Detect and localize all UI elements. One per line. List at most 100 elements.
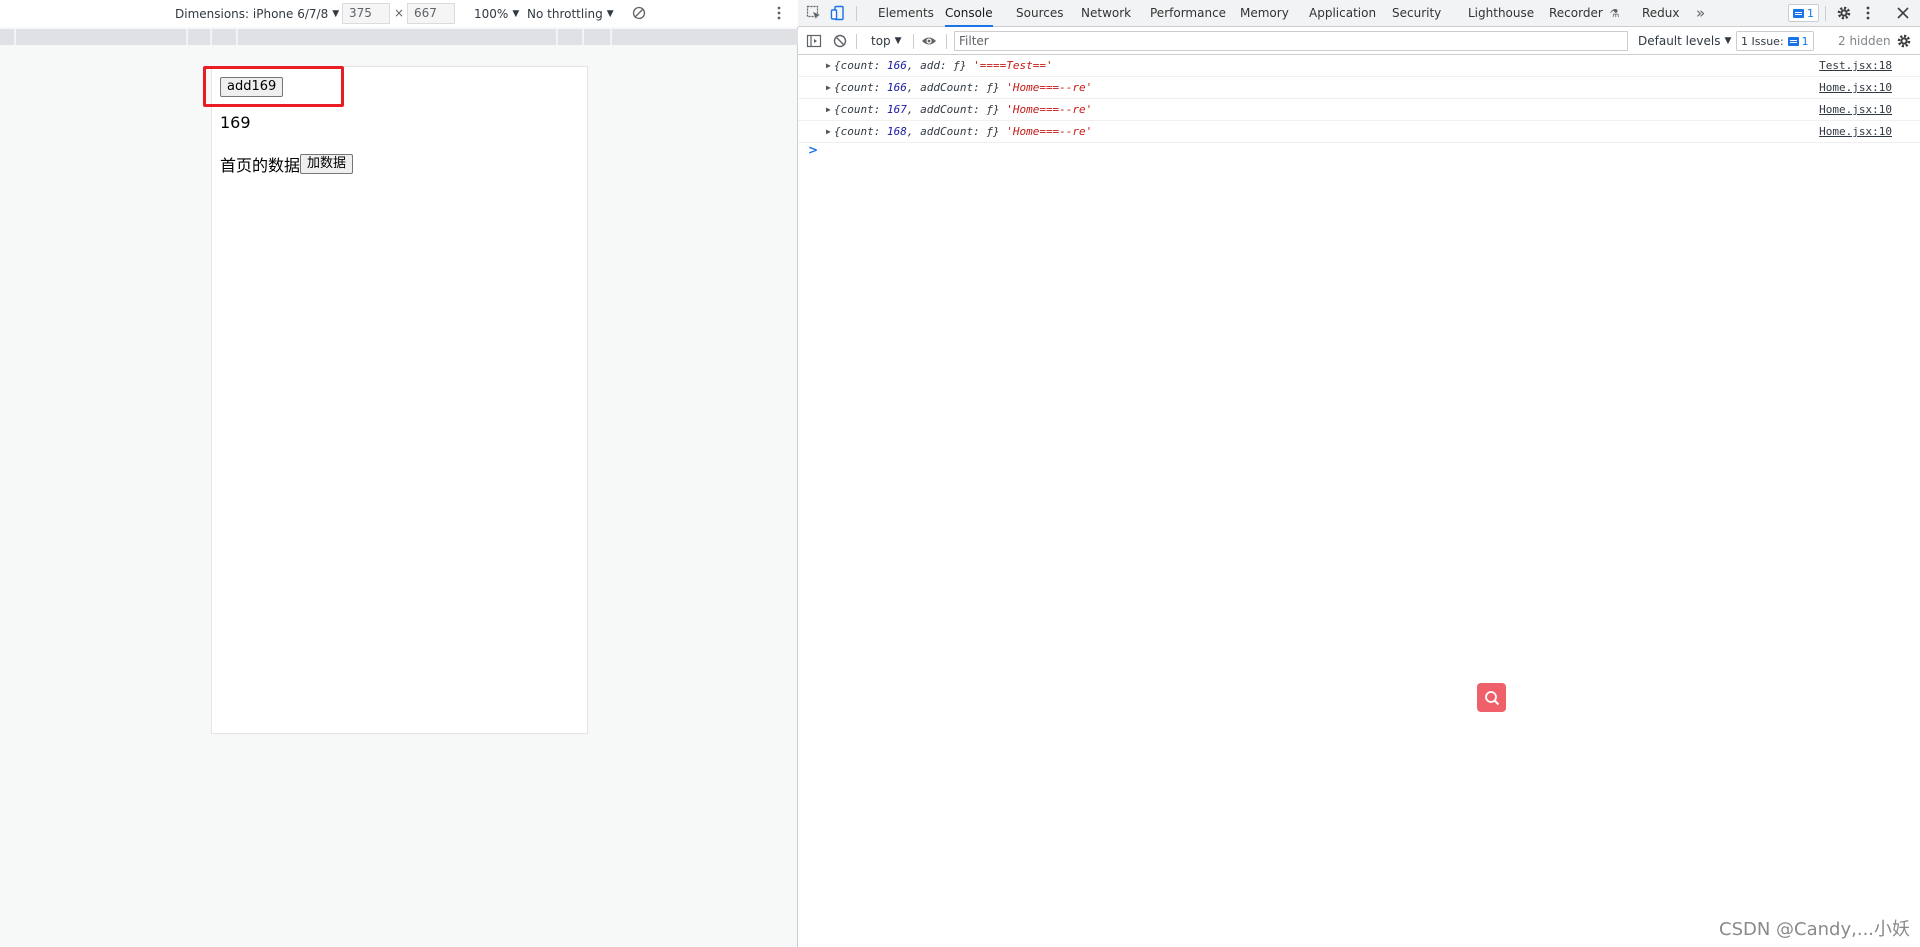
console-message[interactable]: ▶ {count: 168, addCount: ƒ} 'Home===--re… — [798, 121, 1920, 143]
console-message[interactable]: ▶ {count: 167, addCount: ƒ} 'Home===--re… — [798, 99, 1920, 121]
watermark: CSDN @Candy,...小妖 — [1719, 919, 1911, 940]
message-string: 'Home===--re' — [1006, 103, 1093, 116]
message-text: {count: 166, addCount: ƒ} 'Home===--re' — [834, 77, 1092, 98]
message-icon — [1793, 8, 1804, 18]
media-query-bar[interactable] — [0, 29, 798, 45]
message-text: {count: 166, add: ƒ} '====Test==' — [834, 55, 1053, 76]
customize-menu-icon[interactable] — [1860, 5, 1876, 21]
caret-down-icon: ▼ — [332, 8, 340, 19]
inspect-element-icon[interactable] — [806, 5, 822, 21]
tab-redux[interactable]: Redux — [1642, 0, 1680, 27]
message-prefix: {count: — [834, 59, 887, 72]
log-levels-label: Default levels — [1638, 34, 1721, 48]
divider — [1825, 6, 1826, 21]
console-message[interactable]: ▶ {count: 166, add: ƒ} '====Test==' Test… — [798, 55, 1920, 77]
message-text: {count: 167, addCount: ƒ} 'Home===--re' — [834, 99, 1092, 120]
message-string: 'Home===--re' — [1006, 81, 1093, 94]
console-prompt[interactable]: > — [808, 143, 818, 157]
devtools-panel: Elements Console Sources Network Perform… — [798, 0, 1920, 947]
message-text: {count: 168, addCount: ƒ} 'Home===--re' — [834, 121, 1092, 142]
tab-performance[interactable]: Performance — [1150, 0, 1226, 27]
highlight-box — [203, 66, 344, 107]
caret-down-icon: ▼ — [894, 36, 902, 46]
media-query-segment[interactable] — [558, 29, 584, 45]
add-data-button[interactable]: 加数据 — [300, 154, 354, 174]
console-toolbar: top ▼ Filter Default levels ▼ 1 Issue: 1… — [798, 28, 1920, 55]
media-query-segment[interactable] — [612, 29, 798, 45]
issues-badge[interactable]: 1 — [1788, 4, 1819, 22]
message-prefix: {count: — [834, 125, 887, 138]
throttling-select[interactable]: No throttling ▼ — [527, 0, 614, 27]
expand-arrow-icon[interactable]: ▶ — [826, 121, 831, 142]
tab-recorder-label: Recorder — [1549, 6, 1603, 20]
tab-application[interactable]: Application — [1309, 0, 1376, 27]
context-select[interactable]: top ▼ — [871, 28, 902, 54]
message-prefix: {count: — [834, 103, 887, 116]
message-number: 166 — [886, 59, 907, 72]
device-toolbar: Dimensions: iPhone 6/7/8 ▼ 375 × 667 100… — [0, 0, 798, 27]
tab-memory[interactable]: Memory — [1240, 0, 1289, 27]
device-toggle-icon[interactable] — [830, 5, 846, 21]
search-icon — [1484, 690, 1499, 705]
home-data-label: 首页的数据 — [220, 156, 301, 175]
tab-recorder[interactable]: Recorder ⚗ — [1549, 0, 1619, 27]
flask-icon: ⚗ — [1609, 7, 1620, 20]
zoom-select[interactable]: 100% ▼ — [474, 0, 519, 27]
devtools-tab-bar: Elements Console Sources Network Perform… — [798, 0, 1920, 27]
close-icon[interactable] — [1895, 5, 1911, 21]
media-query-segment[interactable] — [584, 29, 612, 45]
message-middle: , addCount: ƒ} — [906, 103, 1007, 116]
caret-down-icon: ▼ — [1724, 36, 1732, 46]
media-query-segment[interactable] — [188, 29, 212, 45]
settings-gear-icon[interactable] — [1836, 5, 1852, 21]
context-label: top — [871, 34, 891, 48]
height-input[interactable]: 667 — [407, 3, 455, 24]
dimensions-select[interactable]: Dimensions: iPhone 6/7/8 ▼ — [175, 0, 339, 27]
media-query-segment[interactable] — [212, 29, 238, 45]
message-prefix: {count: — [834, 81, 887, 94]
message-string: 'Home===--re' — [1006, 125, 1093, 138]
console-settings-gear-icon[interactable] — [1896, 33, 1912, 49]
source-link[interactable]: Home.jsx:10 — [1819, 77, 1892, 98]
source-link[interactable]: Home.jsx:10 — [1819, 99, 1892, 120]
width-input[interactable]: 375 — [342, 3, 390, 24]
tab-network[interactable]: Network — [1081, 0, 1131, 27]
tab-console[interactable]: Console — [945, 0, 993, 27]
message-string: '====Test==' — [973, 59, 1053, 72]
emulated-viewport: add169 169 首页的数据 加数据 — [211, 66, 588, 734]
tab-sources[interactable]: Sources — [1016, 0, 1063, 27]
divider — [946, 34, 947, 49]
console-message[interactable]: ▶ {count: 166, addCount: ƒ} 'Home===--re… — [798, 77, 1920, 99]
expand-arrow-icon[interactable]: ▶ — [826, 77, 831, 98]
times-symbol: × — [394, 6, 405, 20]
media-query-segment[interactable] — [16, 29, 188, 45]
divider — [913, 34, 914, 49]
expand-arrow-icon[interactable]: ▶ — [826, 55, 831, 76]
sidebar-toggle-icon[interactable] — [806, 33, 822, 49]
source-link[interactable]: Home.jsx:10 — [1819, 121, 1892, 142]
live-expression-eye-icon[interactable] — [921, 33, 937, 49]
more-tabs-icon[interactable]: » — [1696, 0, 1705, 27]
media-query-segment[interactable] — [0, 29, 16, 45]
more-options-icon[interactable] — [771, 5, 787, 21]
expand-arrow-icon[interactable]: ▶ — [826, 99, 831, 120]
message-number: 167 — [886, 103, 907, 116]
console-messages: ▶ {count: 166, add: ƒ} '====Test==' Test… — [798, 55, 1920, 143]
tab-lighthouse[interactable]: Lighthouse — [1468, 0, 1534, 27]
rotate-icon[interactable] — [631, 5, 647, 21]
filter-input[interactable]: Filter — [954, 31, 1628, 51]
throttling-label: No throttling — [527, 6, 603, 21]
media-query-segment[interactable] — [238, 29, 558, 45]
source-link[interactable]: Test.jsx:18 — [1819, 55, 1892, 76]
floating-search-button[interactable] — [1477, 683, 1506, 712]
clear-console-icon[interactable] — [832, 33, 848, 49]
zoom-label: 100% — [474, 6, 509, 21]
tab-elements[interactable]: Elements — [878, 0, 934, 27]
issues-counter[interactable]: 1 Issue: 1 — [1736, 31, 1814, 51]
issues-count-group: 1 — [1787, 35, 1809, 48]
message-middle: , addCount: ƒ} — [906, 81, 1007, 94]
issues-label: 1 Issue: — [1741, 34, 1784, 48]
log-levels-select[interactable]: Default levels ▼ — [1638, 28, 1731, 54]
message-middle: , add: ƒ} — [906, 59, 974, 72]
tab-security[interactable]: Security — [1392, 0, 1441, 27]
